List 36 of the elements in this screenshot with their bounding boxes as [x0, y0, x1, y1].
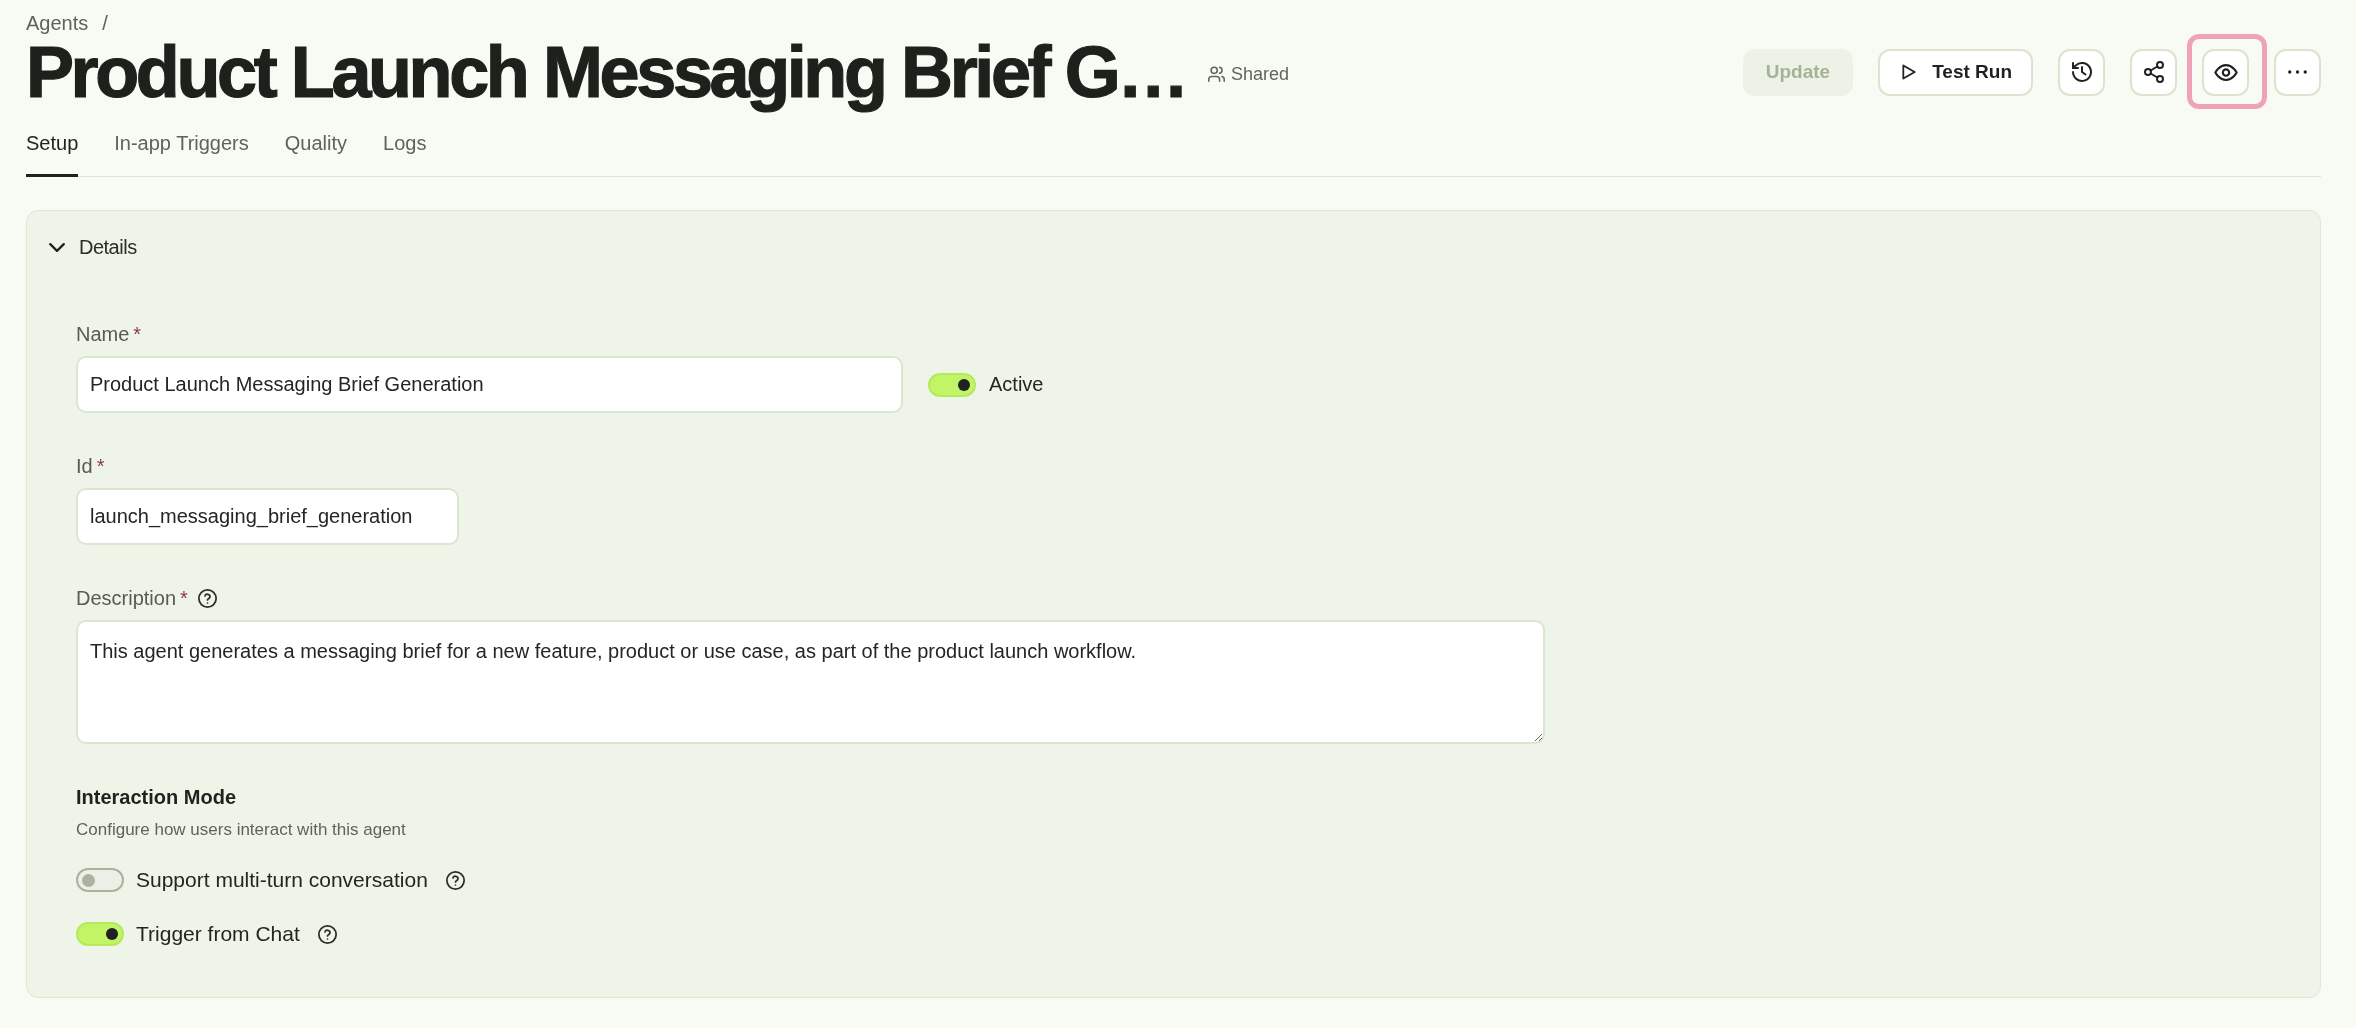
text-area[interactable]: This agent generates a messaging brief for a new feature, product or use case, as part of the product launch workflow.: [76, 620, 1545, 744]
tab[interactable]: Setup: [26, 118, 79, 177]
field-label: Id: [76, 454, 93, 478]
more-icon: [2288, 70, 2307, 74]
page-title: Product Launch Messaging Brief G…: [26, 33, 1186, 111]
tab[interactable]: Logs: [383, 118, 427, 177]
required-mark: *: [96, 454, 105, 478]
toggle-switch[interactable]: [76, 922, 124, 946]
section-description: Configure how users interact with this agent: [76, 819, 407, 841]
share-button[interactable]: [2130, 48, 2177, 96]
required-mark: *: [133, 322, 142, 346]
history-icon: [2070, 61, 2093, 83]
required-mark: *: [180, 586, 188, 610]
toggle-label: Support multi-turn conversation: [136, 868, 428, 892]
section-title: Interaction Mode: [76, 785, 237, 809]
tab[interactable]: In-app Triggers: [114, 118, 249, 177]
section-header[interactable]: Details: [27, 211, 159, 283]
breadcrumb-link[interactable]: Agents: [26, 10, 89, 36]
test-run-button[interactable]: Test Run: [1878, 48, 2033, 96]
tab[interactable]: Quality: [284, 118, 348, 177]
play-icon: [1902, 64, 1917, 80]
people-icon: [1207, 66, 1225, 82]
field-label: Description: [76, 586, 177, 610]
field-label: Name: [76, 322, 130, 346]
toggle-label: Trigger from Chat: [136, 922, 300, 946]
eye-icon: [2213, 63, 2238, 81]
history-button[interactable]: [2058, 48, 2105, 96]
share-icon: [2143, 61, 2164, 83]
preview-button[interactable]: [2202, 48, 2249, 96]
shared-label: Shared: [1230, 63, 1289, 85]
toggle-switch[interactable]: [76, 868, 124, 892]
toggle-label: Active: [989, 373, 1044, 396]
text-field[interactable]: launch_messaging_brief_generation: [76, 488, 459, 545]
toggle-switch[interactable]: [928, 372, 976, 397]
breadcrumb-separator: /: [102, 11, 108, 36]
text-field[interactable]: Product Launch Messaging Brief Generation: [76, 356, 903, 413]
